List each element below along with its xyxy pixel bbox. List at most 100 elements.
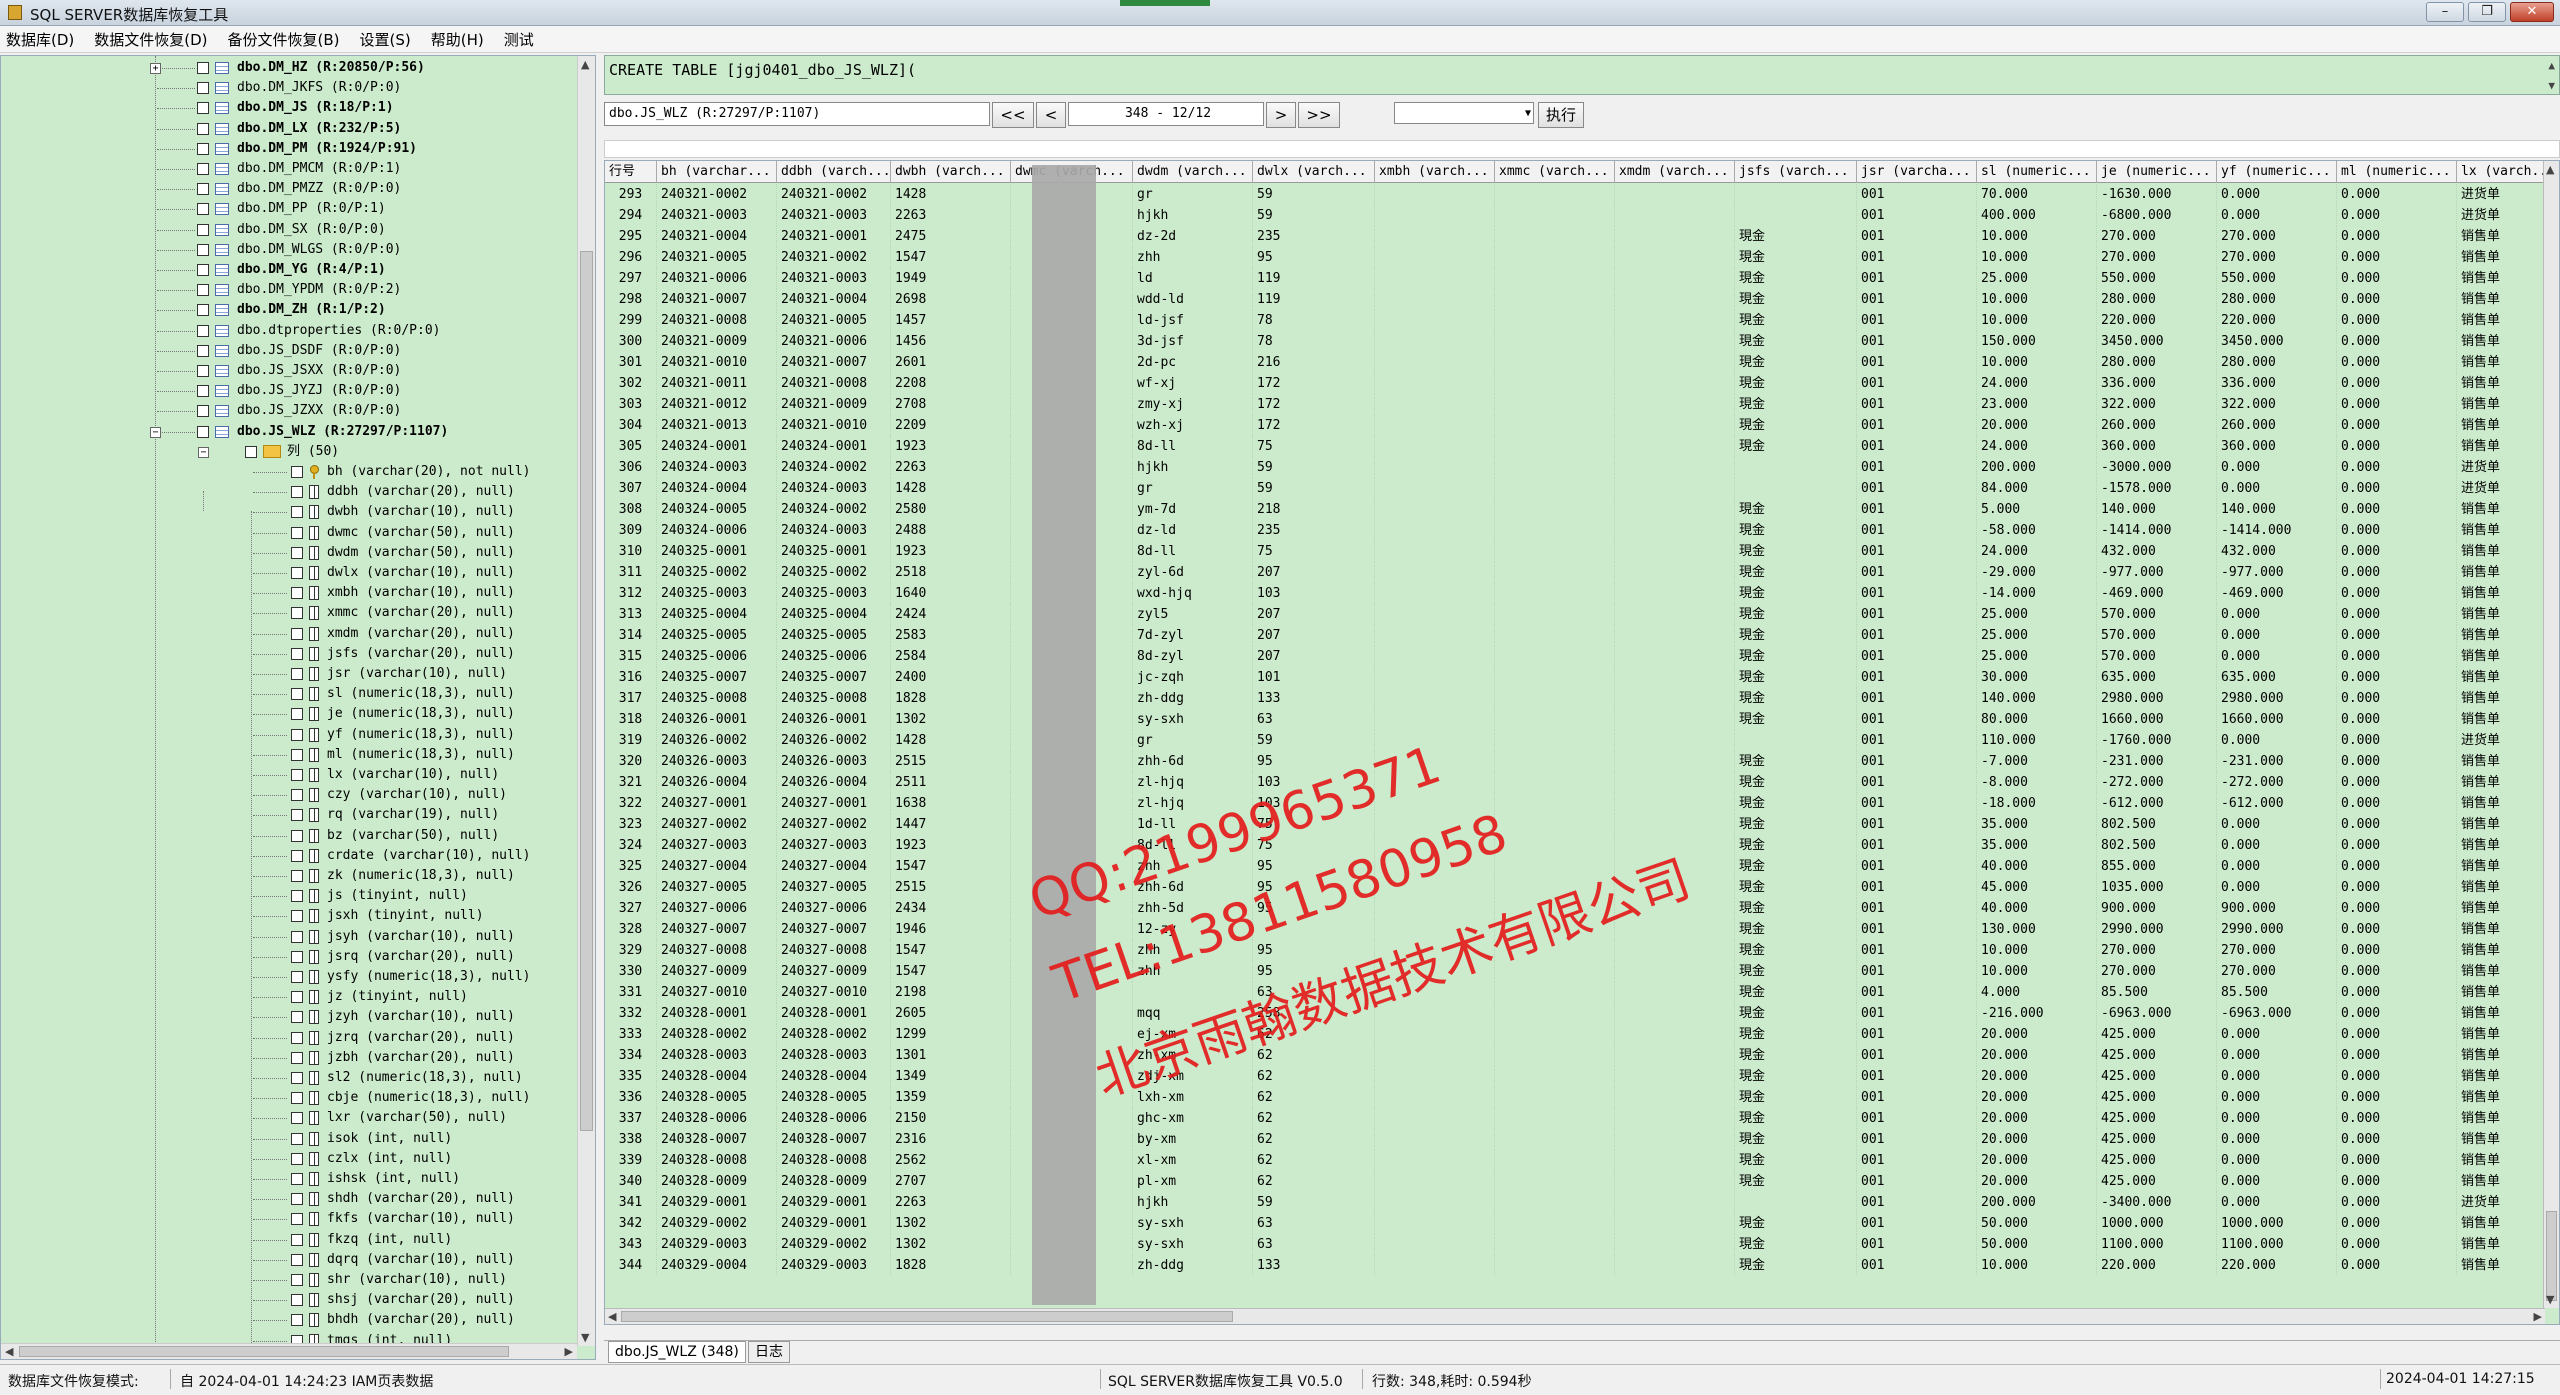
table-cell[interactable]: 2708 [891, 394, 1011, 415]
table-cell[interactable] [1495, 919, 1615, 940]
table-cell[interactable]: 432.000 [2217, 541, 2337, 562]
table-cell[interactable]: 240327-0005 [777, 877, 891, 898]
table-cell[interactable]: 001 [1857, 520, 1977, 541]
table-cell[interactable]: 001 [1857, 226, 1977, 247]
checkbox[interactable] [291, 809, 303, 822]
table-cell[interactable] [1615, 247, 1735, 268]
table-cell[interactable] [1495, 625, 1615, 646]
table-cell[interactable]: -216.000 [1977, 1003, 2097, 1024]
table-cell[interactable] [1495, 982, 1615, 1003]
checkbox[interactable] [291, 748, 303, 761]
table-cell[interactable]: 現金 [1735, 562, 1857, 583]
table-cell[interactable]: 001 [1857, 352, 1977, 373]
table-cell[interactable]: 現金 [1735, 1087, 1857, 1108]
column-header[interactable]: bh (varchar... [657, 161, 777, 183]
table-cell[interactable]: 20.000 [1977, 1150, 2097, 1171]
table-cell[interactable]: 240321-0005 [777, 310, 891, 331]
table-cell[interactable]: 62 [1253, 1150, 1375, 1171]
table-cell[interactable]: 240327-0007 [657, 919, 777, 940]
table-cell[interactable]: 324 [605, 835, 657, 856]
table-cell[interactable]: 销售单 [2457, 436, 2545, 457]
last-page-button[interactable]: >> [1298, 102, 1340, 128]
table-cell[interactable]: 0.000 [2217, 205, 2337, 226]
tree-column-item[interactable]: fkzq (int, null) [291, 1230, 452, 1250]
menu-help[interactable]: 帮助(H) [431, 29, 484, 50]
table-cell[interactable]: 001 [1857, 604, 1977, 625]
table-cell[interactable]: 0.000 [2337, 247, 2457, 268]
table-cell[interactable]: 0.000 [2337, 1087, 2457, 1108]
table-cell[interactable]: 销售单 [2457, 1045, 2545, 1066]
table-cell[interactable] [1375, 730, 1495, 751]
table-cell[interactable] [1615, 772, 1735, 793]
table-cell[interactable]: 0.000 [2337, 1213, 2457, 1234]
table-cell[interactable]: 855.000 [2097, 856, 2217, 877]
table-cell[interactable]: 0.000 [2337, 709, 2457, 730]
table-cell[interactable]: -272.000 [2217, 772, 2337, 793]
table-cell[interactable]: 1923 [891, 541, 1011, 562]
table-cell[interactable] [1615, 373, 1735, 394]
table-cell[interactable]: -272.000 [2097, 772, 2217, 793]
table-cell[interactable]: 0.000 [2337, 898, 2457, 919]
table-cell[interactable]: 10.000 [1977, 226, 2097, 247]
table-cell[interactable]: 570.000 [2097, 625, 2217, 646]
first-page-button[interactable]: << [992, 102, 1034, 128]
table-row[interactable]: 308 240324-0005 240324-0002 2580 ym-7d 218 現金 0… [605, 499, 2545, 520]
table-cell[interactable]: 300 [605, 331, 657, 352]
table-cell[interactable]: zhh-6d [1133, 751, 1253, 772]
table-cell[interactable]: 销售单 [2457, 352, 2545, 373]
checkbox[interactable] [197, 365, 209, 377]
table-cell[interactable]: 销售单 [2457, 1003, 2545, 1024]
tree-vertical-scrollbar[interactable]: ▲ ▼ [577, 56, 595, 1346]
table-cell[interactable]: 001 [1857, 184, 1977, 205]
table-cell[interactable] [1735, 457, 1857, 478]
menu-backup-recovery[interactable]: 备份文件恢复(B) [228, 29, 340, 50]
table-cell[interactable]: 299 [605, 310, 657, 331]
checkbox[interactable] [197, 122, 209, 135]
table-cell[interactable]: 2518 [891, 562, 1011, 583]
table-cell[interactable]: 0.000 [2337, 184, 2457, 205]
table-cell[interactable]: 240325-0002 [657, 562, 777, 583]
table-cell[interactable] [1495, 499, 1615, 520]
table-cell[interactable]: 現金 [1735, 1234, 1857, 1255]
table-row[interactable]: 317 240325-0008 240325-0008 1828 zh-ddg 133 現金… [605, 688, 2545, 709]
table-cell[interactable] [1375, 457, 1495, 478]
table-cell[interactable]: 1949 [891, 268, 1011, 289]
table-cell[interactable]: 現金 [1735, 1129, 1857, 1150]
table-cell[interactable] [1375, 667, 1495, 688]
table-cell[interactable]: 240328-0008 [657, 1150, 777, 1171]
table-cell[interactable] [1615, 1045, 1735, 1066]
tree-table-item[interactable]: dbo.JS_WLZ (R:27297/P:1107) [197, 422, 448, 442]
table-cell[interactable]: 235 [1253, 226, 1375, 247]
table-cell[interactable]: 销售单 [2457, 1234, 2545, 1255]
table-cell[interactable]: 900.000 [2097, 898, 2217, 919]
table-cell[interactable]: 270.000 [2217, 940, 2337, 961]
checkbox[interactable] [197, 102, 209, 115]
column-header[interactable]: dwdm (varch... [1133, 161, 1253, 183]
table-cell[interactable]: 62 [1253, 1045, 1375, 1066]
table-cell[interactable]: 59 [1253, 205, 1375, 226]
table-cell[interactable]: 現金 [1735, 520, 1857, 541]
table-cell[interactable]: dz-2d [1133, 226, 1253, 247]
table-cell[interactable]: 1299 [891, 1024, 1011, 1045]
table-cell[interactable]: 2580 [891, 499, 1011, 520]
table-cell[interactable] [1615, 793, 1735, 814]
table-cell[interactable]: 240325-0003 [777, 583, 891, 604]
scroll-left-icon[interactable]: ◀ [608, 1310, 616, 1323]
table-cell[interactable] [1615, 331, 1735, 352]
table-cell[interactable] [1615, 982, 1735, 1003]
table-cell[interactable]: 销售单 [2457, 646, 2545, 667]
tree-column-item[interactable]: czlx (int, null) [291, 1149, 452, 1169]
table-cell[interactable]: 280.000 [2217, 352, 2337, 373]
table-cell[interactable]: 25.000 [1977, 604, 2097, 625]
table-row[interactable]: 331 240327-0010 240327-0010 2198 63 現金 001 4.00… [605, 982, 2545, 1003]
table-cell[interactable]: 0.000 [2337, 478, 2457, 499]
grid-vertical-scrollbar[interactable]: ▲ ▼ [2543, 161, 2559, 1308]
tree-column-item[interactable]: jsrq (varchar(20), null) [291, 947, 515, 967]
tab-log[interactable]: 日志 [748, 1341, 790, 1363]
table-cell[interactable]: 240329-0002 [657, 1213, 777, 1234]
table-cell[interactable]: 0.000 [2337, 751, 2457, 772]
table-cell[interactable] [1495, 1234, 1615, 1255]
table-cell[interactable]: 销售单 [2457, 1066, 2545, 1087]
table-cell[interactable]: 001 [1857, 394, 1977, 415]
table-cell[interactable] [1615, 1255, 1735, 1276]
